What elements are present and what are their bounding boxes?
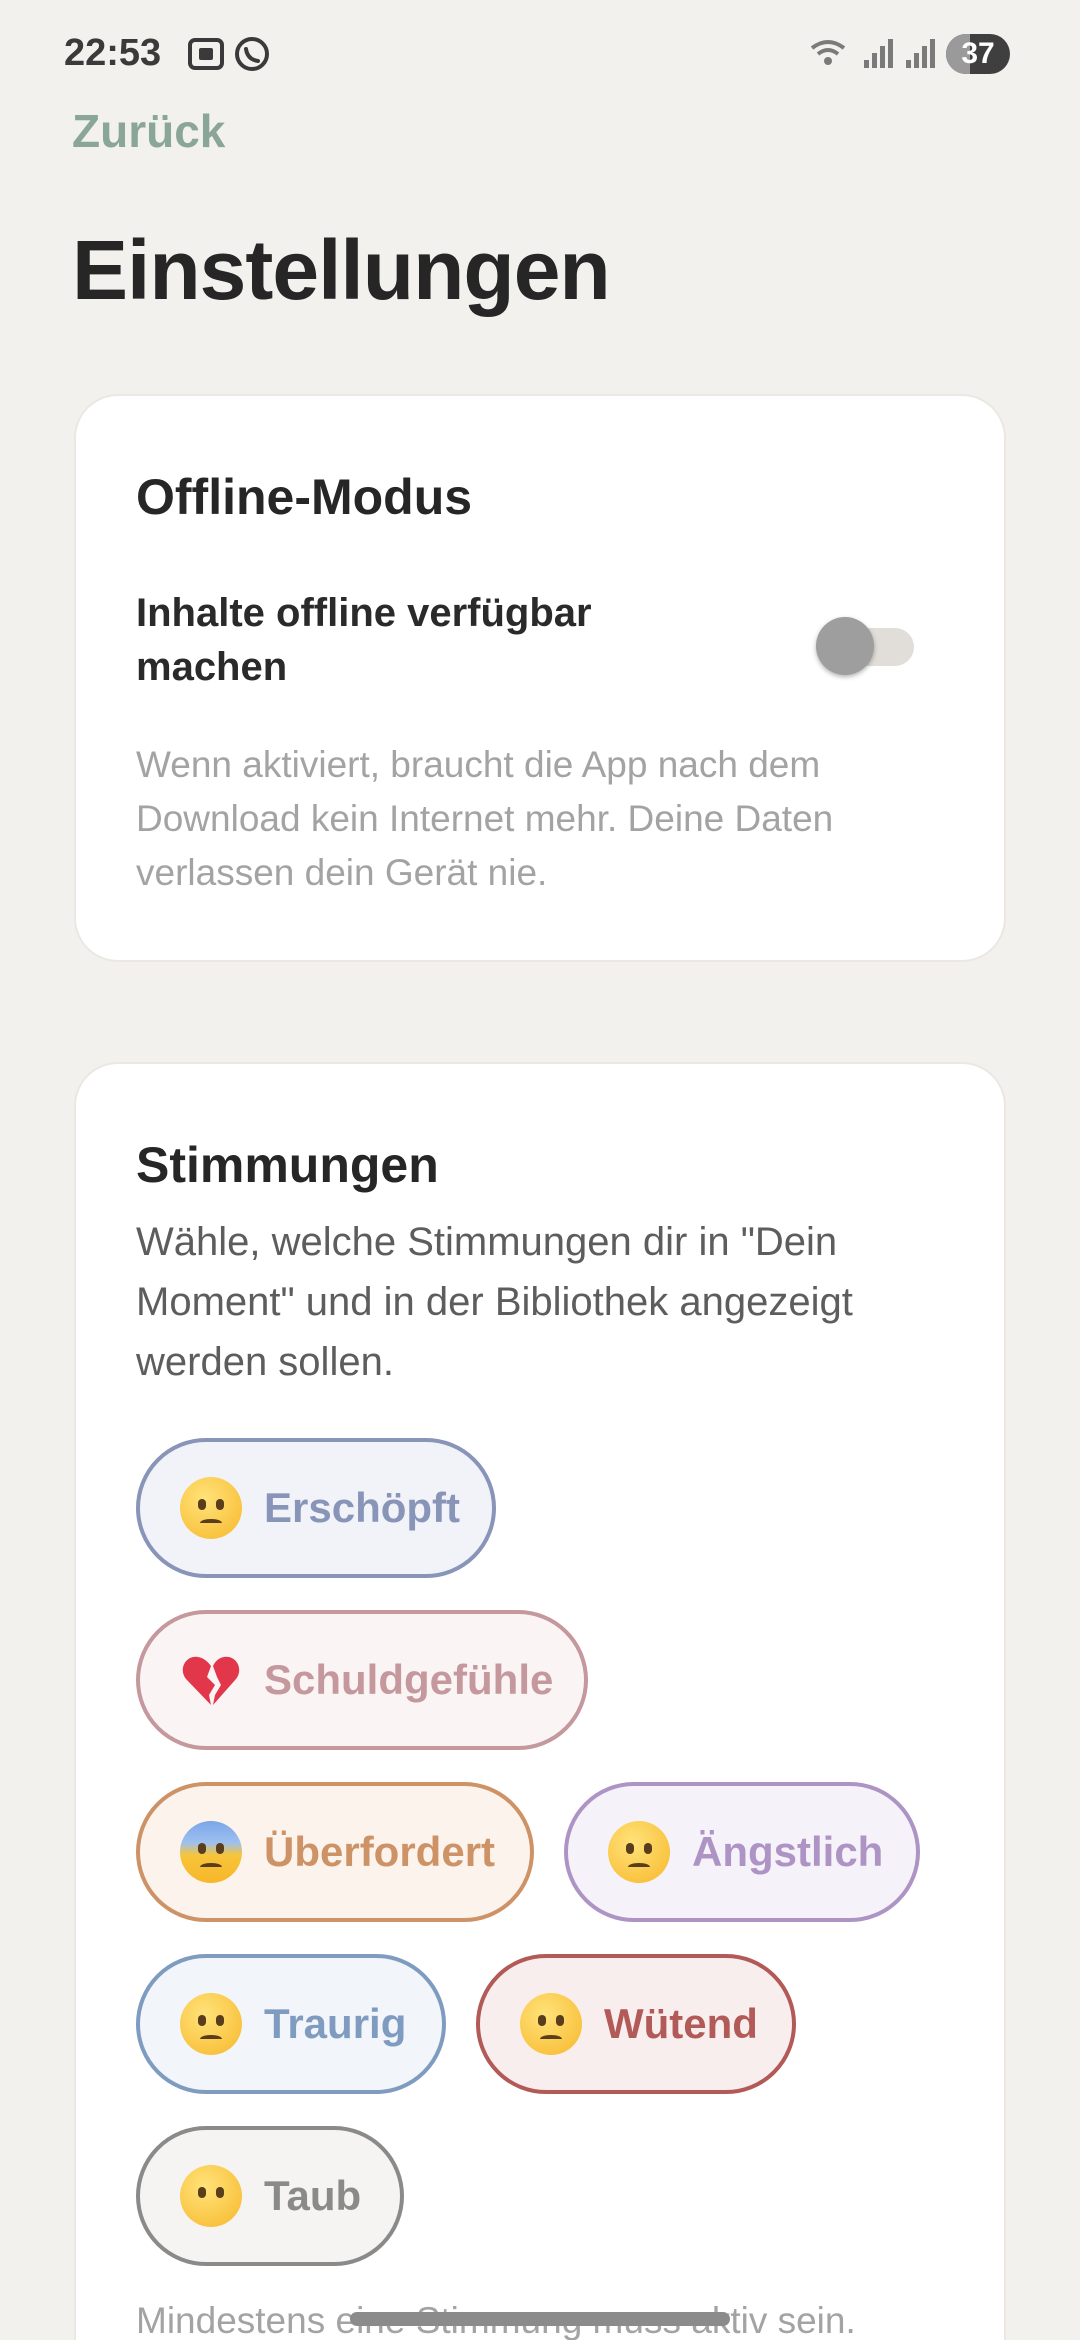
offline-toggle[interactable]: [816, 612, 914, 675]
mood-chip-label: Taub: [264, 2172, 362, 2219]
offline-mode-card: Offline-Modus Inhalte offline verfügbar …: [74, 394, 1006, 962]
mood-chip-aengstlich[interactable]: Ängstlich: [564, 1782, 920, 1922]
page-title: Einstellungen: [72, 223, 611, 317]
home-indicator[interactable]: [350, 2312, 730, 2326]
mood-chip-ueberfordert[interactable]: Überfordert: [136, 1782, 534, 1922]
offline-helper-text: Wenn aktiviert, braucht die App nach dem…: [136, 744, 834, 893]
mood-chip-schuldgefuehle[interactable]: Schuldgefühle: [136, 1610, 588, 1750]
tired-face-icon: [180, 1477, 242, 1539]
angry-face-icon: [520, 1993, 582, 2055]
mood-chip-traurig[interactable]: Traurig: [136, 1954, 446, 2094]
moods-description: Wähle, welche Stimmungen dir in "Dein Mo…: [136, 1220, 853, 1384]
back-button[interactable]: Zurück: [72, 104, 225, 158]
status-time: 22:53: [64, 32, 162, 74]
mood-chip-label: Erschöpft: [264, 1484, 461, 1531]
anxious-sweat-face-icon: [180, 1821, 242, 1883]
mood-chip-label: Traurig: [264, 2000, 407, 2047]
battery-percent: 37: [961, 37, 995, 70]
mood-chip-wuetend[interactable]: Wütend: [476, 1954, 796, 2094]
mood-chip-label: Überfordert: [264, 1828, 496, 1875]
offline-mode-title: Offline-Modus: [136, 469, 473, 525]
mood-chip-label: Ängstlich: [692, 1828, 884, 1875]
worried-face-icon: [608, 1821, 670, 1883]
crying-face-icon: [180, 1993, 242, 2055]
mood-chip-label: Schuldgefühle: [264, 1656, 554, 1703]
wifi-icon: [810, 40, 846, 65]
screenshot-icon: [188, 38, 224, 70]
signal-icon-2: [906, 39, 935, 68]
whatsapp-icon: [235, 37, 269, 71]
no-mouth-face-icon: [180, 2165, 242, 2227]
offline-toggle-label: Inhalte offline verfügbar machen: [136, 591, 592, 689]
signal-icon: [864, 39, 893, 68]
battery-indicator: 37: [946, 34, 1010, 74]
mood-chip-label: Wütend: [604, 2000, 758, 2047]
moods-card: Stimmungen Wähle, welche Stimmungen dir …: [74, 1062, 1006, 2340]
moods-title: Stimmungen: [136, 1137, 439, 1193]
broken-heart-icon: [180, 1649, 242, 1711]
mood-chip-erschoepft[interactable]: Erschöpft: [136, 1438, 496, 1578]
status-bar: 22:53 37: [0, 0, 1080, 110]
toggle-knob: [816, 617, 874, 675]
mood-chip-taub[interactable]: Taub: [136, 2126, 404, 2266]
